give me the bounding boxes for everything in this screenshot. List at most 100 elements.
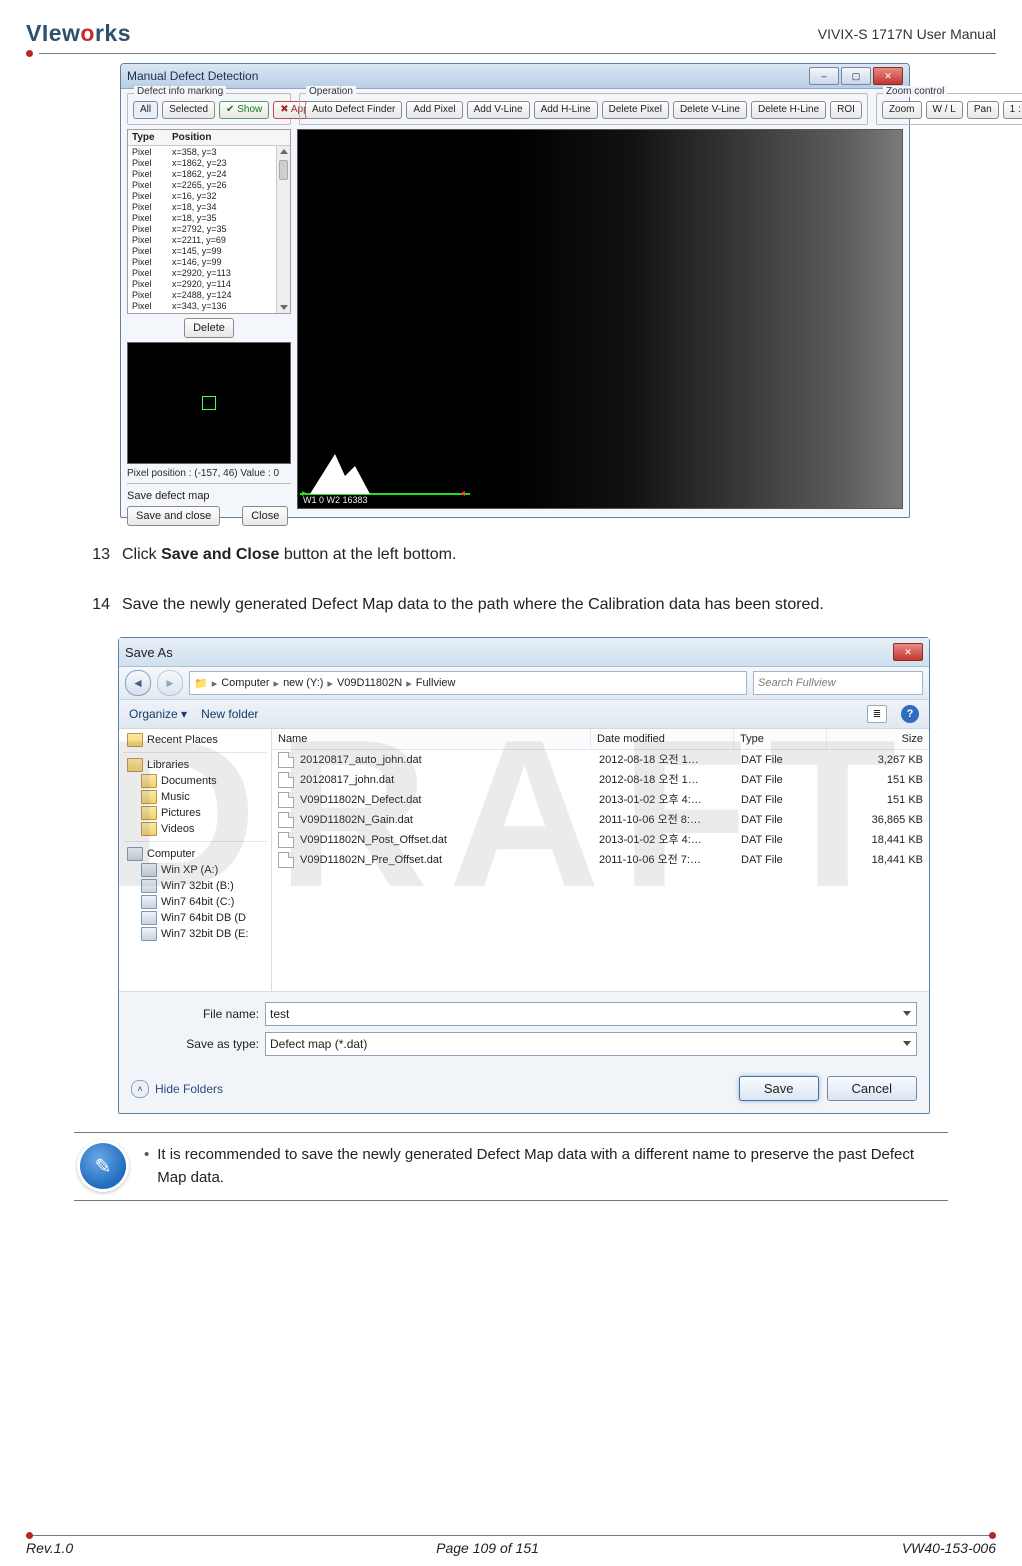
window-close-button[interactable]: ✕ [873,67,903,85]
minimize-button[interactable]: – [809,67,839,85]
brand-logo: VIeworks [26,20,131,47]
drive-icon [141,911,157,925]
nav-forward-button[interactable]: ► [157,670,183,696]
defect-table[interactable]: Type Position Pixelx=358, y=3Pixelx=1862… [127,129,291,314]
window-close-button[interactable]: ✕ [893,643,923,661]
group-label: Operation [306,86,356,97]
table-row[interactable]: Pixelx=2211, y=69 [128,235,290,246]
save-defect-map-label: Save defect map [127,490,291,502]
table-row[interactable]: Pixelx=2920, y=113 [128,268,290,279]
footer-rev: Rev.1.0 [26,1540,73,1556]
roi-box-icon [202,396,216,410]
pixel-position-readout: Pixel position : (-157, 46) Value : 0 [127,468,291,479]
scrollbar[interactable] [276,146,290,313]
auto-defect-finder-button[interactable]: Auto Defect Finder [305,101,402,119]
step-14: 14 Save the newly generated Defect Map d… [86,592,936,618]
file-icon [278,812,294,828]
table-row[interactable]: Pixelx=2792, y=35 [128,224,290,235]
save-as-type-label: Save as type: [179,1037,259,1051]
mark-selected-button[interactable]: Selected [162,101,215,119]
delete-vline-button[interactable]: Delete V-Line [673,101,747,119]
info-note: ✎ •It is recommended to save the newly g… [74,1132,948,1201]
table-row[interactable]: Pixelx=343, y=136 [128,301,290,312]
maximize-button[interactable]: ▢ [841,67,871,85]
zoom-11-button[interactable]: 1 : 1 [1003,101,1022,119]
new-folder-button[interactable]: New folder [201,707,258,721]
list-item[interactable]: V09D11802N_Post_Offset.dat2013-01-02 오후 … [272,830,929,850]
computer-icon [127,847,143,861]
col-position: Position [172,132,211,143]
mdd-titlebar[interactable]: Manual Defect Detection – ▢ ✕ [121,64,909,89]
col-type[interactable]: Type [734,729,827,749]
preview-thumbnail[interactable] [127,342,291,464]
cancel-button[interactable]: Cancel [827,1076,917,1101]
list-item[interactable]: V09D11802N_Gain.dat2011-10-06 오전 8:…DAT … [272,810,929,830]
file-icon [278,832,294,848]
col-date[interactable]: Date modified [591,729,734,749]
organize-menu[interactable]: Organize ▾ [129,707,187,721]
mark-all-button[interactable]: All [133,101,158,119]
table-row[interactable]: Pixelx=1862, y=24 [128,169,290,180]
page-footer: Rev.1.0 Page 109 of 151 VW40-153-006 [26,1535,996,1556]
pan-button[interactable]: Pan [967,101,999,119]
add-pixel-button[interactable]: Add Pixel [406,101,462,119]
close-button[interactable]: Close [242,506,288,526]
file-icon [278,752,294,768]
table-row[interactable]: Pixelx=18, y=34 [128,202,290,213]
table-row[interactable]: Pixelx=145, y=99 [128,246,290,257]
table-row[interactable]: Pixelx=2488, y=124 [128,290,290,301]
image-viewport[interactable]: W1 0 W2 16383 [297,129,903,509]
file-list[interactable]: Name Date modified Type Size 20120817_au… [272,729,929,991]
zoom-button[interactable]: Zoom [882,101,922,119]
table-row[interactable]: Pixelx=358, y=3 [128,147,290,158]
delete-pixel-button[interactable]: Delete Pixel [602,101,669,119]
save-as-dialog: Save As ✕ ◄ ► 📁 ▸Computer ▸new (Y:) ▸V09… [118,637,930,1114]
drive-icon [141,879,157,893]
col-size[interactable]: Size [827,729,929,749]
mdd-title: Manual Defect Detection [127,69,809,83]
view-options-icon[interactable]: ≣ [867,705,887,723]
footer-page: Page 109 of 151 [436,1540,539,1556]
mark-show-button[interactable]: ✔ Show [219,101,269,119]
list-item[interactable]: 20120817_john.dat2012-08-18 오전 1…DAT Fil… [272,770,929,790]
table-row[interactable]: Pixelx=146, y=99 [128,257,290,268]
add-vline-button[interactable]: Add V-Line [467,101,530,119]
help-icon[interactable]: ? [901,705,919,723]
list-item[interactable]: V09D11802N_Defect.dat2013-01-02 오후 4:…DA… [272,790,929,810]
search-input[interactable]: Search Fullview [753,671,923,695]
file-name-input[interactable]: test [265,1002,917,1026]
table-row[interactable]: Pixelx=2265, y=26 [128,180,290,191]
list-item[interactable]: V09D11802N_Pre_Offset.dat2011-10-06 오전 7… [272,850,929,870]
nav-back-button[interactable]: ◄ [125,670,151,696]
footer-docnum: VW40-153-006 [902,1540,996,1556]
list-item[interactable]: 20120817_auto_john.dat2012-08-18 오전 1…DA… [272,750,929,770]
operation-group: Operation Auto Defect Finder Add Pixel A… [299,93,868,125]
save-as-type-select[interactable]: Defect map (*.dat) [265,1032,917,1056]
delete-hline-button[interactable]: Delete H-Line [751,101,826,119]
histogram: W1 0 W2 16383 [300,446,470,506]
breadcrumb[interactable]: 📁 ▸Computer ▸new (Y:) ▸V09D11802N ▸Fullv… [189,671,747,695]
navigation-tree[interactable]: Recent Places Libraries Documents Music … [119,729,272,991]
hide-folders-toggle[interactable]: ˄ Hide Folders [131,1080,223,1098]
add-hline-button[interactable]: Add H-Line [534,101,598,119]
delete-button[interactable]: Delete [184,318,234,338]
table-row[interactable]: Pixelx=2920, y=114 [128,279,290,290]
roi-button[interactable]: ROI [830,101,862,119]
doc-title: VIVIX-S 1717N User Manual [818,26,996,42]
group-label: Zoom control [883,86,947,97]
table-row[interactable]: Pixelx=1862, y=23 [128,158,290,169]
save-button[interactable]: Save [739,1076,819,1101]
chevron-up-icon: ˄ [131,1080,149,1098]
table-row[interactable]: Pixelx=18, y=35 [128,213,290,224]
wl-button[interactable]: W / L [926,101,963,119]
save-and-close-button[interactable]: Save and close [127,506,220,526]
file-name-label: File name: [179,1007,259,1021]
step-13: 13 Click Save and Close button at the le… [86,542,936,568]
file-icon [278,852,294,868]
table-row[interactable]: Pixelx=16, y=32 [128,191,290,202]
saveas-titlebar[interactable]: Save As ✕ [119,638,929,667]
note-text: It is recommended to save the newly gene… [157,1143,942,1190]
saveas-title: Save As [125,645,173,660]
defect-info-marking-group: Defect info marking All Selected ✔ Show … [127,93,291,125]
col-name[interactable]: Name [272,729,591,749]
